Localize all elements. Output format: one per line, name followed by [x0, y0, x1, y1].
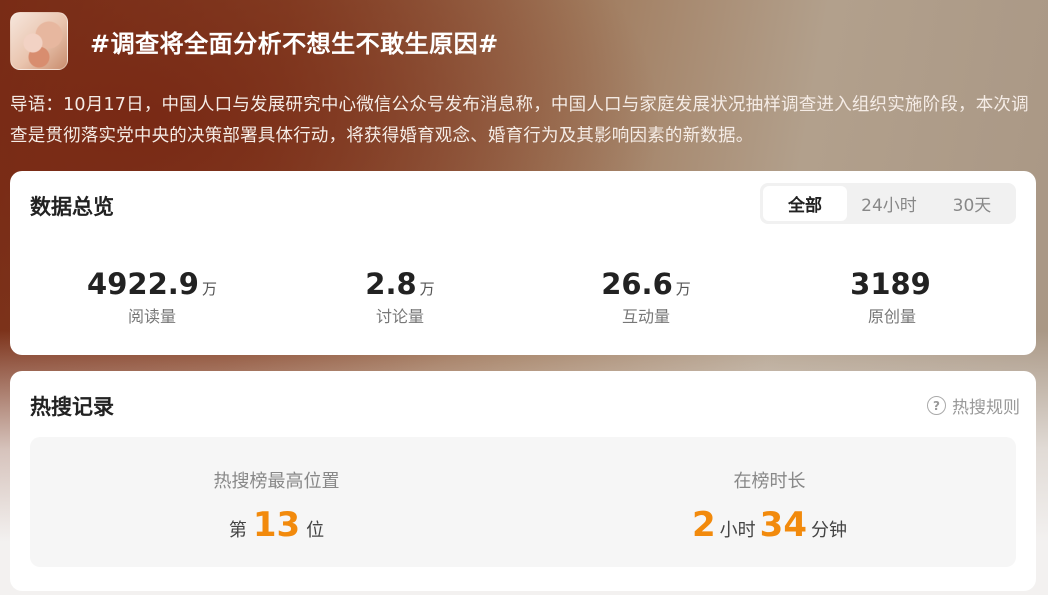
hot-search-card: 热搜记录 ? 热搜规则 热搜榜最高位置 第 13 位 在榜时长 2 小时 34 …	[10, 371, 1036, 591]
stat-interactions: 26.6 万 互动量	[526, 267, 766, 327]
rules-link-label: 热搜规则	[952, 398, 1020, 418]
stats-row: 4922.9 万 阅读量 2.8 万 讨论量 26.6 万 互动量 3189 原	[10, 267, 1036, 331]
time-range-tabs: 全部 24小时 30天	[760, 183, 1016, 224]
stat-value: 3189	[850, 267, 931, 301]
highest-position: 热搜榜最高位置 第 13 位	[30, 437, 523, 567]
stat-value: 4922.9	[87, 267, 199, 301]
hot-search-rules-link[interactable]: ? 热搜规则	[927, 393, 1020, 418]
minutes-unit: 分钟	[811, 520, 847, 541]
tab-all[interactable]: 全部	[763, 186, 847, 221]
stat-label: 互动量	[621, 307, 670, 326]
overview-title: 数据总览	[30, 195, 114, 219]
hours-unit: 小时	[719, 520, 756, 541]
highest-position-label: 热搜榜最高位置	[213, 471, 340, 492]
stat-label: 讨论量	[375, 307, 424, 326]
tab-30d[interactable]: 30天	[931, 186, 1013, 221]
stat-originals: 3189 原创量	[772, 267, 1012, 327]
stat-unit: 万	[419, 280, 435, 298]
hot-search-summary: 热搜榜最高位置 第 13 位 在榜时长 2 小时 34 分钟	[30, 437, 1016, 567]
position-suffix: 位	[306, 520, 325, 541]
topic-title: #调查将全面分析不想生不敢生原因#	[90, 29, 499, 58]
topic-thumbnail[interactable]	[10, 12, 68, 70]
stat-unit: 万	[675, 280, 691, 298]
position-value: 13	[252, 505, 301, 545]
question-circle-icon: ?	[927, 396, 946, 415]
position-prefix: 第	[228, 520, 247, 541]
stat-label: 原创量	[867, 307, 916, 326]
stat-unit: 万	[201, 280, 217, 298]
topic-header: #调查将全面分析不想生不敢生原因#	[10, 12, 499, 70]
hot-search-title: 热搜记录	[30, 395, 114, 419]
time-on-list-label: 在榜时长	[733, 471, 806, 492]
stat-value: 2.8	[365, 267, 417, 301]
time-on-list: 在榜时长 2 小时 34 分钟	[523, 437, 1016, 567]
duration-minutes: 34	[759, 505, 807, 545]
tab-24h[interactable]: 24小时	[847, 186, 931, 221]
duration-hours: 2	[692, 505, 716, 545]
stat-value: 26.6	[601, 267, 673, 301]
data-overview-card: 数据总览 全部 24小时 30天 4922.9 万 阅读量 2.8 万 讨论量 …	[10, 171, 1036, 355]
stat-label: 阅读量	[127, 307, 176, 326]
stat-reads: 4922.9 万 阅读量	[32, 267, 272, 327]
stat-discussions: 2.8 万 讨论量	[280, 267, 520, 327]
topic-intro: 导语：10月17日，中国人口与发展研究中心微信公众号发布消息称，中国人口与家庭发…	[10, 95, 1029, 146]
